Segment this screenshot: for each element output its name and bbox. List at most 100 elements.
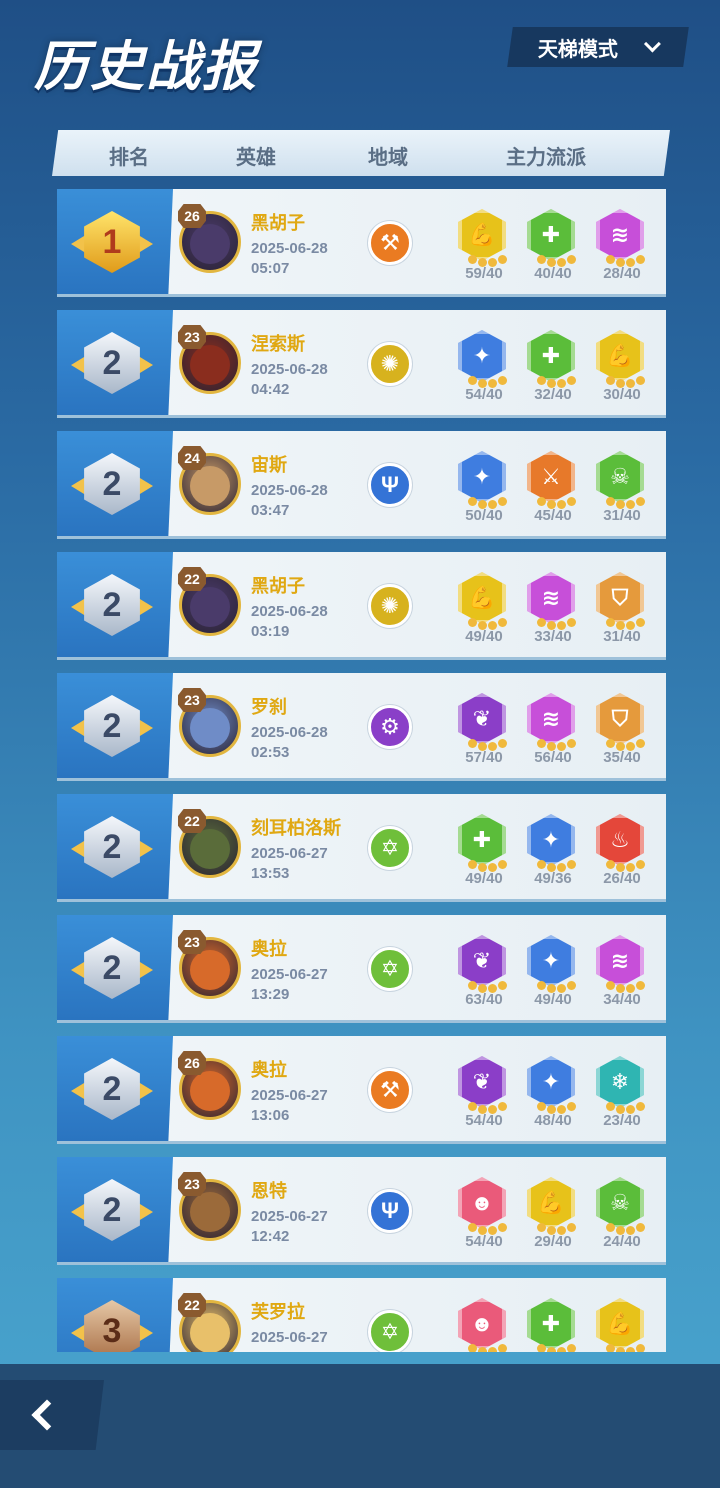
build-trait: ✚ bbox=[527, 1298, 577, 1352]
trait-level-pips bbox=[529, 255, 576, 267]
muscle-icon: 💪 bbox=[527, 1177, 575, 1229]
trait-level-pips bbox=[598, 376, 645, 388]
battle-datetime: 2025-06-28 03:47 bbox=[251, 481, 328, 521]
battle-record-row[interactable]: 2 22 刻耳柏洛斯 2025-06-27 13:53 ✡ ✚ 49/40 ✦ bbox=[57, 794, 666, 902]
rank-cell: 2 bbox=[57, 552, 173, 657]
trait-level-pips bbox=[598, 1223, 645, 1235]
build-trait: ✦ 49/40 bbox=[527, 935, 577, 1008]
trait-value: 49/40 bbox=[534, 991, 572, 1008]
trait-value: 28/40 bbox=[603, 265, 641, 282]
footer-bar bbox=[0, 1364, 720, 1488]
hero-name: 刻耳柏洛斯 bbox=[251, 818, 341, 838]
trait-value: 26/40 bbox=[603, 870, 641, 887]
build-trait: ✚ 40/40 bbox=[527, 209, 577, 282]
leaf-icon: ❦ bbox=[458, 1056, 506, 1108]
rank-badge-icon: 2 bbox=[84, 1179, 140, 1241]
trait-value: 31/40 bbox=[603, 628, 641, 645]
back-button[interactable] bbox=[0, 1380, 104, 1450]
trait-level-pips bbox=[529, 739, 576, 751]
battle-time: 03:19 bbox=[251, 623, 290, 640]
battle-date: 2025-06-28 bbox=[251, 361, 328, 378]
rank-number: 2 bbox=[102, 464, 122, 503]
build-trait: ✚ 49/40 bbox=[458, 814, 508, 887]
swirl-icon: ✺ bbox=[368, 342, 412, 386]
battle-record-row[interactable]: 2 22 黑胡子 2025-06-28 03:19 ✺ 💪 49/40 ≋ 33… bbox=[57, 552, 666, 660]
battle-record-row[interactable]: 2 23 罗刹 2025-06-28 02:53 ⚙ ❦ 57/40 ≋ 56/… bbox=[57, 673, 666, 781]
trait-level-pips bbox=[598, 1344, 645, 1352]
hero-portrait-icon bbox=[190, 950, 230, 990]
rank-number: 2 bbox=[102, 948, 122, 987]
battle-time: 13:06 bbox=[251, 1107, 290, 1124]
shield-icon: ⛉ bbox=[596, 572, 644, 624]
sparkle-icon: ✦ bbox=[527, 1056, 575, 1108]
battle-datetime: 2025-06-28 03:19 bbox=[251, 602, 328, 642]
hero-level-badge: 23 bbox=[178, 325, 206, 349]
trait-value: 56/40 bbox=[534, 749, 572, 766]
build-trait: ☠ 31/40 bbox=[596, 451, 646, 524]
build-trait: ✚ 32/40 bbox=[527, 330, 577, 403]
rank-badge-icon: 2 bbox=[84, 695, 140, 757]
trait-value: 35/40 bbox=[603, 749, 641, 766]
plus-icon: ✚ bbox=[527, 1298, 575, 1350]
hero-portrait-icon bbox=[190, 708, 230, 748]
battle-time: 13:53 bbox=[251, 865, 290, 882]
sparkle-icon: ✦ bbox=[527, 814, 575, 866]
trait-value: 33/40 bbox=[534, 628, 572, 645]
trait-level-pips bbox=[598, 981, 645, 993]
battle-time: 12:42 bbox=[251, 1228, 290, 1245]
battle-record-row[interactable]: 2 24 宙斯 2025-06-28 03:47 Ψ ✦ 50/40 ⚔ 45/… bbox=[57, 431, 666, 539]
pentagram-icon: ✡ bbox=[368, 1310, 412, 1352]
battle-history-list[interactable]: 1 26 黑胡子 2025-06-28 05:07 ⚒ 💪 59/40 ✚ 40… bbox=[0, 0, 720, 1352]
hero-name: 黑胡子 bbox=[251, 576, 305, 596]
plus-icon: ✚ bbox=[527, 209, 575, 261]
build-trait: 💪 30/40 bbox=[596, 330, 646, 403]
sparkle-icon: ✦ bbox=[527, 935, 575, 987]
hero-level-badge: 24 bbox=[178, 446, 206, 470]
hero-portrait-icon bbox=[190, 1313, 230, 1352]
axe-icon: ⚒ bbox=[368, 1068, 412, 1112]
hero-name: 宙斯 bbox=[251, 455, 287, 475]
trait-level-pips bbox=[598, 860, 645, 872]
trait-value: 40/40 bbox=[534, 265, 572, 282]
trait-level-pips bbox=[460, 255, 507, 267]
rank-number: 3 bbox=[102, 1311, 122, 1350]
trait-value: 32/40 bbox=[534, 386, 572, 403]
build-trait: 💪 49/40 bbox=[458, 572, 508, 645]
pentagram-icon: ✡ bbox=[368, 826, 412, 870]
battle-record-row[interactable]: 2 23 恩特 2025-06-27 12:42 Ψ ☻ 54/40 💪 29/… bbox=[57, 1157, 666, 1265]
snowflake-icon: ❄ bbox=[596, 1056, 644, 1108]
battle-record-row[interactable]: 3 22 芙罗拉 2025-06-27 ✡ ☻ ✚ 💪 bbox=[57, 1278, 666, 1352]
hero-portrait-icon bbox=[190, 1192, 230, 1232]
hero-portrait-icon bbox=[190, 466, 230, 506]
hero-level-badge: 26 bbox=[178, 1051, 206, 1075]
battle-record-row[interactable]: 1 26 黑胡子 2025-06-28 05:07 ⚒ 💪 59/40 ✚ 40… bbox=[57, 189, 666, 297]
build-trait: ☻ 54/40 bbox=[458, 1177, 508, 1250]
battle-date: 2025-06-27 bbox=[251, 845, 328, 862]
hero-level-badge: 23 bbox=[178, 688, 206, 712]
rank-number: 1 bbox=[102, 222, 122, 261]
battle-record-row[interactable]: 2 23 奥拉 2025-06-27 13:29 ✡ ❦ 63/40 ✦ 49/… bbox=[57, 915, 666, 1023]
rank-cell: 2 bbox=[57, 1157, 173, 1262]
hero-name: 芙罗拉 bbox=[251, 1302, 305, 1322]
muscle-icon: 💪 bbox=[458, 209, 506, 261]
trait-value: 59/40 bbox=[465, 265, 503, 282]
leaf-icon: ❦ bbox=[458, 693, 506, 745]
build-trait: ≋ 33/40 bbox=[527, 572, 577, 645]
trait-value: 57/40 bbox=[465, 749, 503, 766]
build-trait: ≋ 28/40 bbox=[596, 209, 646, 282]
rank-cell: 2 bbox=[57, 794, 173, 899]
trait-value: 30/40 bbox=[603, 386, 641, 403]
trait-value: 29/40 bbox=[534, 1233, 572, 1250]
trait-level-pips bbox=[529, 1344, 576, 1352]
battle-record-row[interactable]: 2 23 涅索斯 2025-06-28 04:42 ✺ ✦ 54/40 ✚ 32… bbox=[57, 310, 666, 418]
rank-badge-icon: 2 bbox=[84, 1058, 140, 1120]
battle-time: 13:29 bbox=[251, 986, 290, 1003]
battle-record-row[interactable]: 2 26 奥拉 2025-06-27 13:06 ⚒ ❦ 54/40 ✦ 48/… bbox=[57, 1036, 666, 1144]
battle-date: 2025-06-28 bbox=[251, 603, 328, 620]
build-trait: ⚔ 45/40 bbox=[527, 451, 577, 524]
hero-level-badge: 23 bbox=[178, 930, 206, 954]
trait-value: 31/40 bbox=[603, 507, 641, 524]
shield-icon: ⛉ bbox=[596, 693, 644, 745]
trait-value: 50/40 bbox=[465, 507, 503, 524]
battle-datetime: 2025-06-27 13:29 bbox=[251, 965, 328, 1005]
